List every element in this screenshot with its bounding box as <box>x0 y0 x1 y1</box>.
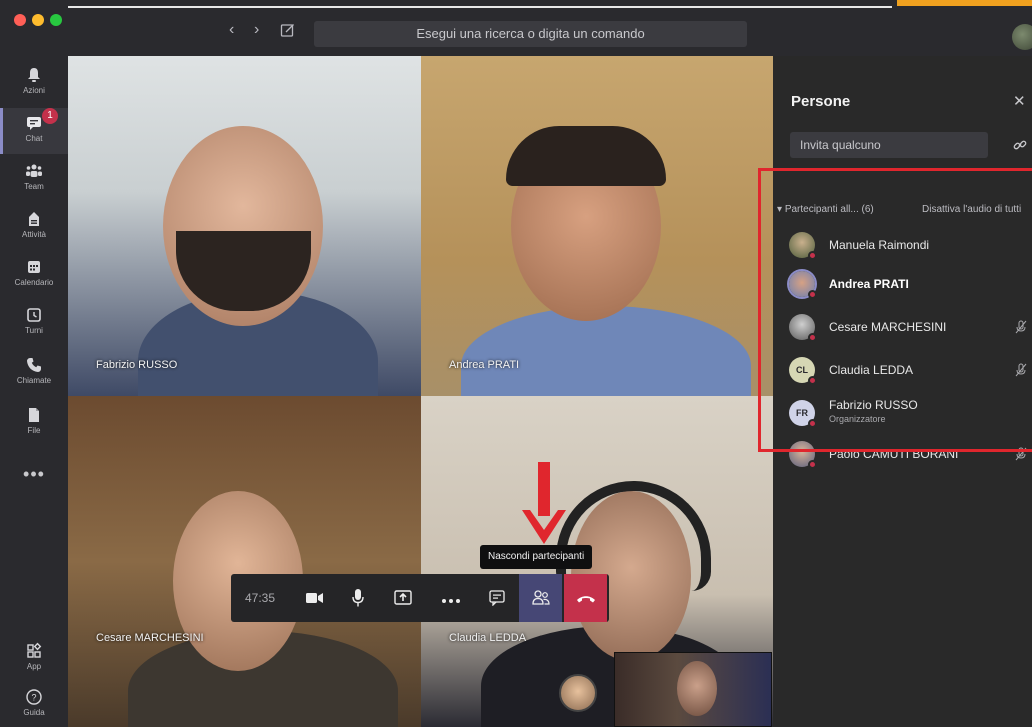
annotation-arrow-icon <box>522 462 566 544</box>
video-tile-fabrizio-russo[interactable]: Fabrizio RUSSO <box>68 56 421 396</box>
app-bar: Azioni Chat 1 Team Attività Calendario T… <box>0 56 68 727</box>
share-screen-icon <box>393 590 412 605</box>
more-actions-button[interactable] <box>429 574 472 622</box>
video-tile-cesare-marchesini[interactable]: Cesare MARCHESINI <box>68 396 421 727</box>
rail-label: Azioni <box>23 86 45 95</box>
share-screen-button[interactable] <box>381 574 424 622</box>
hide-participants-tooltip: Nascondi partecipanti <box>480 545 593 569</box>
assignment-icon <box>29 212 39 226</box>
rail-label: Calendario <box>14 278 54 287</box>
camera-icon <box>305 593 323 603</box>
apps-icon <box>27 642 42 658</box>
video-tile-andrea-prati[interactable]: Andrea PRATI <box>421 56 773 396</box>
show-participants-button[interactable] <box>519 574 562 622</box>
rail-label: Turni <box>25 326 43 335</box>
chat-icon <box>488 590 505 607</box>
participant-name-label: Fabrizio RUSSO <box>96 359 178 371</box>
rail-label: Chiamate <box>16 376 52 385</box>
chat-icon <box>27 117 41 130</box>
minimize-window-button[interactable] <box>32 14 44 26</box>
unread-badge: 1 <box>42 108 58 124</box>
close-pane-button[interactable]: ✕ <box>1013 92 1026 110</box>
svg-text:?: ? <box>31 693 36 703</box>
camera-toggle-button[interactable] <box>293 574 336 622</box>
phone-icon <box>27 358 41 372</box>
divider <box>68 6 892 8</box>
participants-highlight-box <box>758 168 1032 452</box>
invite-input[interactable]: Invita qualcuno <box>790 132 988 158</box>
rail-label: App <box>26 662 42 671</box>
microphone-icon <box>351 589 364 607</box>
help-icon: ? <box>26 689 42 705</box>
zoom-window-button[interactable] <box>50 14 62 26</box>
forward-button[interactable]: › <box>254 22 259 38</box>
rail-item-file[interactable]: File <box>0 400 68 446</box>
team-icon <box>26 164 42 177</box>
back-button[interactable]: ‹ <box>229 22 234 38</box>
bell-icon <box>28 68 40 82</box>
microphone-toggle-button[interactable] <box>336 574 379 622</box>
participant-silhouette <box>461 306 751 396</box>
busy-status-icon <box>808 460 817 469</box>
rail-label: Guida <box>23 708 45 717</box>
rail-item-team[interactable]: Team <box>0 156 68 202</box>
hang-up-button[interactable] <box>564 574 607 622</box>
rail-label: Team <box>24 182 44 191</box>
participant-face <box>677 661 717 716</box>
search-input[interactable]: Esegui una ricerca o digita un comando <box>314 21 747 47</box>
rail-item-guida[interactable]: ? Guida <box>0 682 68 727</box>
rail-label: Chat <box>25 134 43 143</box>
hair-shape <box>506 126 666 186</box>
file-icon <box>29 408 39 422</box>
more-icon <box>441 599 460 603</box>
rail-item-attivita[interactable]: Attività <box>0 204 68 250</box>
hang-up-icon <box>576 596 595 603</box>
participant-name-label: Andrea PRATI <box>449 359 520 371</box>
self-preview-video[interactable] <box>614 652 772 727</box>
pane-title: Persone <box>791 93 851 110</box>
rail-item-chiamate[interactable]: Chiamate <box>0 350 68 396</box>
calendar-icon <box>28 261 40 273</box>
call-controls-bar: 47:35 <box>231 574 609 622</box>
show-conversation-button[interactable] <box>475 574 518 622</box>
rail-item-calendario[interactable]: Calendario <box>0 252 68 298</box>
title-bar: ‹ › Esegui una ricerca o digita un coman… <box>0 0 1032 56</box>
participant-name-label: Cesare MARCHESINI <box>96 632 204 644</box>
notification-bar <box>897 0 1032 6</box>
rail-label: File <box>27 426 41 435</box>
participants-icon <box>531 590 550 605</box>
call-timer: 47:35 <box>244 591 276 605</box>
rail-label: Attività <box>21 230 46 239</box>
rail-item-turni[interactable]: Turni <box>0 300 68 346</box>
teams-meeting-window: ‹ › Esegui una ricerca o digita un coman… <box>0 0 1032 727</box>
profile-avatar[interactable] <box>1012 24 1032 50</box>
more-apps-button[interactable]: ••• <box>0 464 68 485</box>
compose-icon[interactable] <box>280 22 296 38</box>
shifts-icon <box>27 308 41 322</box>
participant-name-label: Claudia LEDDA <box>449 632 527 644</box>
rail-item-chat[interactable]: Chat 1 <box>0 108 68 154</box>
share-link-icon[interactable] <box>1013 138 1027 152</box>
participant-avatar-bubble[interactable] <box>559 674 597 712</box>
close-window-button[interactable] <box>14 14 26 26</box>
rail-item-azioni[interactable]: Azioni <box>0 60 68 106</box>
rail-item-app[interactable]: App <box>0 636 68 682</box>
